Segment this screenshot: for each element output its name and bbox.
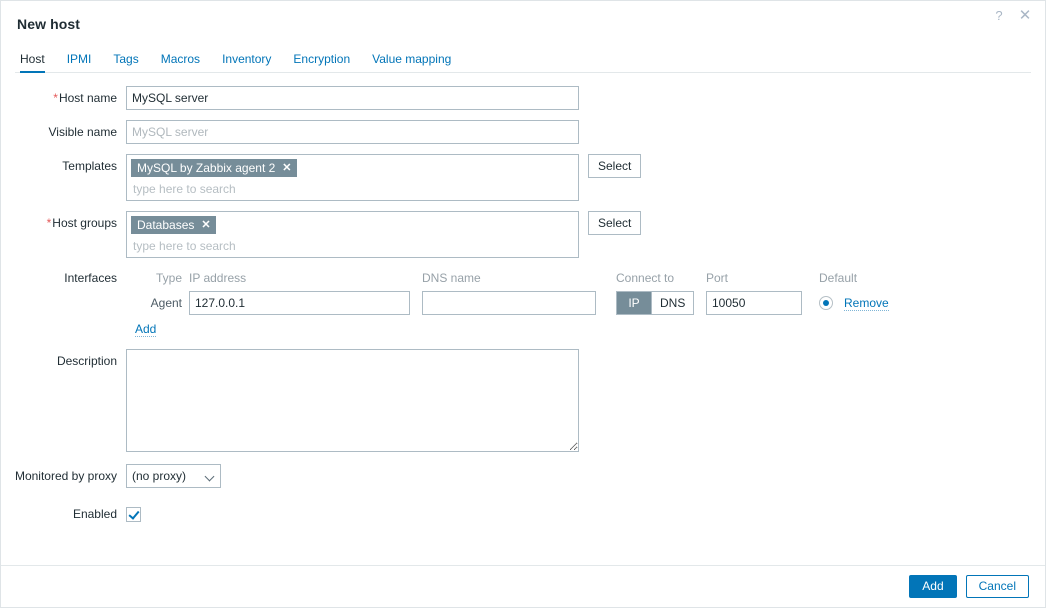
field-row-enabled: Enabled [1,502,1045,526]
visible-name-label: Visible name [48,125,117,139]
enabled-field-wrap [126,502,141,526]
col-header-type: Type [155,271,182,285]
tab-tags[interactable]: Tags [102,53,149,72]
host-name-field-wrap [126,86,579,110]
interface-connect-to-cell: IP DNS [616,291,702,315]
interface-default-cell: Remove [819,296,939,311]
tab-value-mapping[interactable]: Value mapping [361,53,462,72]
interfaces-label: Interfaces [64,271,117,285]
col-header-connect-to: Connect to [616,271,675,285]
required-asterisk: * [53,91,58,105]
connect-to-dns-button[interactable]: DNS [651,292,694,314]
templates-select-button[interactable]: Select [588,154,642,178]
dialog-window-controls: ? ✕ [991,7,1033,23]
connect-to-toggle: IP DNS [616,291,695,315]
enabled-checkbox[interactable] [126,506,141,522]
template-chip: MySQL by Zabbix agent 2 ✕ [131,159,297,177]
interface-ip-cell [189,291,416,315]
host-group-chip-label: Databases [137,218,195,232]
host-groups-select-button[interactable]: Select [588,211,642,235]
help-icon[interactable]: ? [991,7,1007,23]
add-interface-link[interactable]: Add [135,322,157,337]
interface-row: Agent IP DNS [126,290,939,316]
host-groups-label: *Host groups [46,216,117,230]
tab-inventory[interactable]: Inventory [211,53,282,72]
field-row-monitored-by-proxy: Monitored by proxy (no proxy) [1,464,1045,488]
chip-remove-icon[interactable]: ✕ [282,162,291,174]
field-row-host-name: *Host name [1,86,1045,110]
interface-dns-cell [422,291,602,315]
templates-search-input[interactable] [131,180,574,198]
monitored-by-proxy-select[interactable]: (no proxy) [126,464,221,488]
chip-remove-icon[interactable]: ✕ [201,219,210,231]
field-row-host-groups: *Host groups Databases ✕ Select [1,211,1045,258]
col-header-port: Port [706,271,729,285]
field-row-description: Description [1,349,1045,452]
host-name-input[interactable] [126,86,579,110]
visible-name-field-wrap [126,120,579,144]
interface-ip-input[interactable] [189,291,410,315]
host-group-chip: Databases ✕ [131,216,216,234]
field-row-templates: Templates MySQL by Zabbix agent 2 ✕ Sele… [1,154,1045,201]
add-button[interactable]: Add [909,575,957,598]
col-header-default: Default [819,271,858,285]
tab-host[interactable]: Host [15,53,56,73]
required-asterisk: * [46,216,52,230]
visible-name-input[interactable] [126,120,579,144]
interface-type-label: Agent [150,296,182,310]
field-row-visible-name: Visible name [1,120,1045,144]
tab-macros[interactable]: Macros [150,53,211,72]
field-row-interfaces: Interfaces Type IP address DNS name Conn… [1,268,1045,316]
host-form: *Host name Visible name Templates MySQL … [1,73,1045,565]
proxy-select-wrap: (no proxy) [126,464,221,488]
new-host-dialog: New host ? ✕ Host IPMI Tags Macros Inven… [0,0,1046,608]
dialog-footer: Add Cancel [1,565,1045,607]
template-chip-label: MySQL by Zabbix agent 2 [137,161,276,175]
dialog-header: New host ? ✕ [1,1,1045,47]
interfaces-table: Type IP address DNS name Connect to Port… [126,268,939,316]
host-groups-field-wrap: Databases ✕ Select [126,211,642,258]
tab-encryption[interactable]: Encryption [282,53,361,72]
host-groups-search-input[interactable] [131,237,574,255]
interface-remove-link[interactable]: Remove [844,296,889,311]
description-label: Description [56,354,117,368]
monitored-by-proxy-label: Monitored by proxy [14,469,117,483]
interfaces-add-row: Add [126,322,1045,337]
templates-label: Templates [62,159,117,173]
interface-port-cell [706,291,807,315]
description-field-wrap [126,349,579,452]
host-name-label: *Host name [53,91,117,105]
tab-ipmi[interactable]: IPMI [56,53,103,72]
host-groups-multiselect[interactable]: Databases ✕ [126,211,579,258]
col-header-ip-address: IP address [189,271,247,285]
page-title: New host [17,16,81,32]
tab-bar: Host IPMI Tags Macros Inventory Encrypti… [15,47,1031,73]
interface-port-input[interactable] [706,291,802,315]
cancel-button[interactable]: Cancel [965,575,1029,598]
close-icon[interactable]: ✕ [1017,7,1033,23]
templates-multiselect[interactable]: MySQL by Zabbix agent 2 ✕ [126,154,579,201]
templates-field-wrap: MySQL by Zabbix agent 2 ✕ Select [126,154,642,201]
interface-dns-input[interactable] [422,291,596,315]
interfaces-header-row: Type IP address DNS name Connect to Port… [126,268,939,288]
col-header-dns-name: DNS name [422,271,481,285]
enabled-label: Enabled [72,507,117,521]
interface-default-radio[interactable] [819,296,833,310]
description-textarea[interactable] [126,349,579,452]
connect-to-ip-button[interactable]: IP [617,292,651,314]
monitored-by-proxy-field-wrap: (no proxy) [126,464,221,488]
